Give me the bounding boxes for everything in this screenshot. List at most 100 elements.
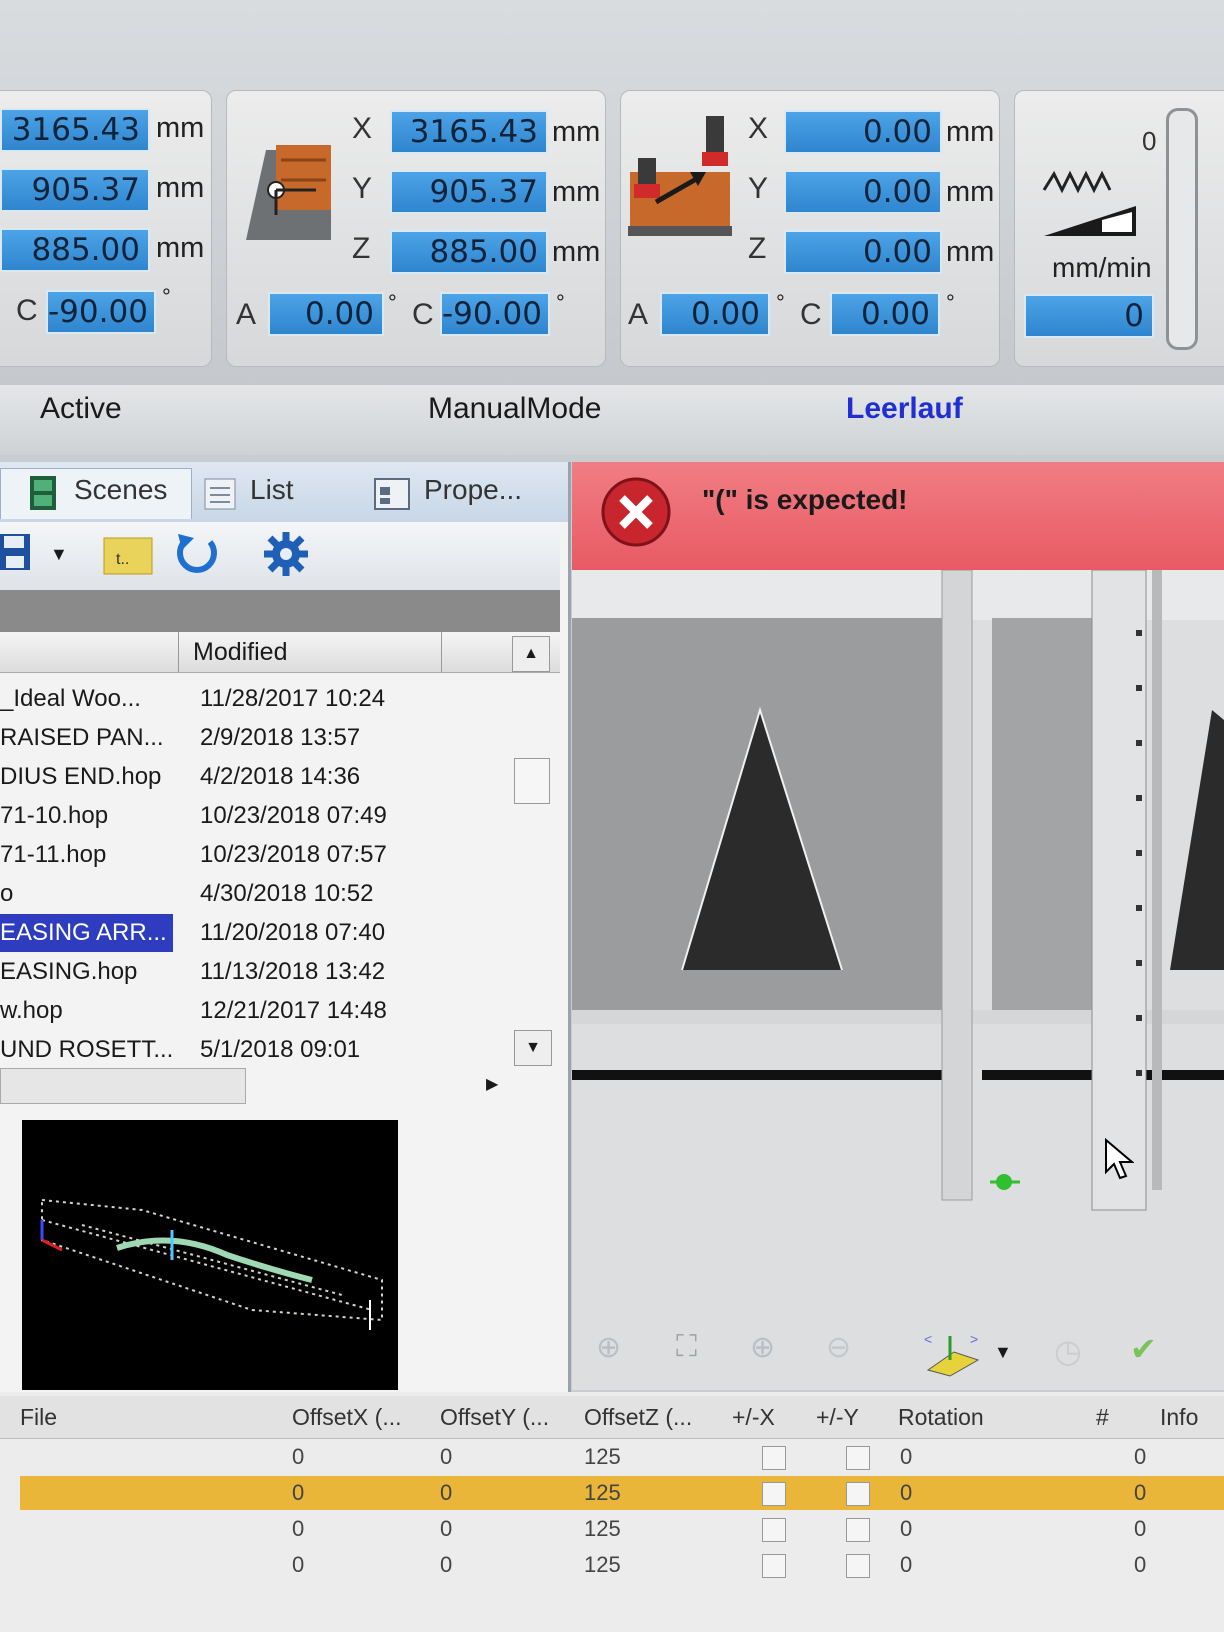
- offset-x-cell: 0: [292, 1444, 305, 1469]
- flip-y-checkbox[interactable]: [846, 1446, 870, 1470]
- tab-properties[interactable]: Prope...: [424, 474, 522, 506]
- save-icon[interactable]: [0, 532, 34, 572]
- view-dropdown-icon[interactable]: ▼: [994, 1342, 1012, 1363]
- number-cell: 0: [1134, 1480, 1147, 1505]
- file-row[interactable]: w.hop 12/21/2017 14:48: [0, 992, 510, 1030]
- grid-header-offsetz[interactable]: OffsetZ (...: [584, 1404, 692, 1431]
- file-row[interactable]: DIUS END.hop 4/2/2018 14:36: [0, 758, 510, 796]
- panel3-y-unit: mm: [946, 176, 995, 208]
- grid-row[interactable]: 0 0 125 0 0: [20, 1548, 1224, 1582]
- feed-top-value: 0: [1142, 126, 1157, 156]
- save-dropdown-icon[interactable]: ▼: [50, 544, 68, 565]
- program-preview: [22, 1120, 398, 1390]
- number-cell: 0: [1134, 1552, 1147, 1577]
- grid-header-file[interactable]: File: [20, 1404, 57, 1431]
- file-name: UND ROSETT...: [0, 1036, 174, 1063]
- offset-x-cell: 0: [292, 1516, 305, 1541]
- file-row[interactable]: UND ROSETT... 5/1/2018 09:01: [0, 1031, 510, 1069]
- grid-row[interactable]: 0 0 125 0 0: [20, 1476, 1224, 1510]
- file-row[interactable]: o 4/30/2018 10:52: [0, 875, 510, 913]
- file-modified-date: 10/23/2018 07:49: [200, 802, 387, 829]
- grid-header-offsetx[interactable]: OffsetX (...: [292, 1404, 402, 1431]
- svg-text:<: <: [924, 1331, 932, 1347]
- file-row[interactable]: _Ideal Woo... 11/28/2017 10:24: [0, 680, 510, 718]
- settings-gear-icon[interactable]: [262, 530, 310, 578]
- panel2-c-label: C: [412, 298, 434, 331]
- panel2-c-deg: °: [556, 290, 565, 315]
- file-row[interactable]: EASING ARR... 11/20/2018 07:40: [0, 914, 510, 952]
- properties-icon: [374, 478, 410, 510]
- view-orientation-icon[interactable]: < >: [920, 1330, 984, 1378]
- scroll-down-arrow-icon[interactable]: ▼: [514, 1030, 552, 1066]
- tab-list[interactable]: List: [250, 474, 294, 506]
- file-name: _Ideal Woo...: [0, 685, 141, 712]
- flip-x-checkbox[interactable]: [762, 1482, 786, 1506]
- scroll-up-arrow-icon[interactable]: ▲: [512, 636, 550, 672]
- zoom-window-icon[interactable]: ⛶: [676, 1330, 697, 1364]
- grid-header-offsety[interactable]: OffsetY (...: [440, 1404, 549, 1431]
- grid-row[interactable]: 0 0 125 0 0: [20, 1512, 1224, 1546]
- zoom-all-icon[interactable]: ⊕: [596, 1330, 621, 1365]
- grid-header-plus-minus-y[interactable]: +/-Y: [816, 1404, 859, 1431]
- machine-status: Leerlauf: [846, 392, 963, 425]
- panel2-y-unit: mm: [552, 176, 601, 208]
- grid-header-plus-minus-x[interactable]: +/-X: [732, 1404, 775, 1431]
- offset-y-cell: 0: [440, 1444, 453, 1469]
- tab-scenes-label[interactable]: Scenes: [74, 474, 167, 506]
- panel1-c-deg: °: [162, 284, 171, 309]
- file-row[interactable]: 71-10.hop 10/23/2018 07:49: [0, 797, 510, 835]
- panel2-c-value: -90.00: [440, 292, 550, 336]
- file-modified-date: 2/9/2018 13:57: [200, 724, 361, 751]
- number-cell: 0: [1134, 1444, 1147, 1469]
- panel3-y-label: Y: [748, 172, 769, 205]
- vertical-scrollbar-thumb[interactable]: [514, 758, 550, 804]
- flip-x-checkbox[interactable]: [762, 1446, 786, 1470]
- zoom-in-icon[interactable]: ⊕: [750, 1330, 775, 1365]
- flip-x-checkbox[interactable]: [762, 1518, 786, 1542]
- flip-y-checkbox[interactable]: [846, 1518, 870, 1542]
- file-modified-date: 10/23/2018 07:57: [200, 841, 387, 868]
- clock-icon[interactable]: ◷: [1054, 1332, 1082, 1370]
- column-header-modified[interactable]: Modified: [178, 632, 442, 672]
- mouse-cursor-icon: [1105, 1138, 1134, 1180]
- file-name: EASING.hop: [0, 958, 138, 985]
- offset-y-cell: 0: [440, 1516, 453, 1541]
- refresh-icon[interactable]: [172, 528, 222, 578]
- grid-header-rotation[interactable]: Rotation: [898, 1404, 984, 1431]
- horizontal-scrollbar-thumb[interactable]: [0, 1068, 246, 1104]
- file-modified-date: 11/20/2018 07:40: [200, 919, 386, 946]
- rotation-cell: 0: [900, 1444, 913, 1469]
- open-folder-icon[interactable]: t..: [102, 532, 154, 576]
- panel1-z-value: 885.00: [0, 228, 150, 272]
- number-cell: 0: [1134, 1516, 1147, 1541]
- rotation-cell: 0: [900, 1516, 913, 1541]
- feed-override-slider[interactable]: [1166, 108, 1198, 350]
- check-icon[interactable]: ✔: [1130, 1330, 1157, 1368]
- flip-y-checkbox[interactable]: [846, 1554, 870, 1578]
- panel1-c-value: -90.00: [46, 290, 156, 334]
- file-row[interactable]: 71-11.hop 10/23/2018 07:57: [0, 836, 510, 874]
- panel2-z-value: 885.00: [390, 230, 548, 274]
- panel2-a-value: 0.00: [268, 292, 384, 336]
- grid-row[interactable]: 0 0 125 0 0: [20, 1440, 1224, 1474]
- panel3-c-value: 0.00: [830, 292, 940, 336]
- distance-tool-icon: [628, 116, 732, 236]
- file-name: EASING ARR...: [0, 914, 173, 952]
- flip-y-checkbox[interactable]: [846, 1482, 870, 1506]
- panel1-x-unit: mm: [156, 112, 205, 144]
- file-row[interactable]: RAISED PAN... 2/9/2018 13:57: [0, 719, 510, 757]
- status-bar: [0, 385, 1224, 455]
- panel3-x-value: 0.00: [784, 110, 942, 154]
- zoom-out-icon[interactable]: ⊖: [826, 1330, 851, 1365]
- grid-header-info[interactable]: Info: [1160, 1404, 1198, 1431]
- panel3-a-label: A: [628, 298, 649, 331]
- scroll-right-arrow-icon[interactable]: ▶: [486, 1070, 510, 1100]
- panel2-a-deg: °: [388, 290, 397, 315]
- file-modified-date: 11/28/2017 10:24: [200, 685, 386, 712]
- grid-header-number[interactable]: #: [1096, 1404, 1109, 1431]
- file-row[interactable]: EASING.hop 11/13/2018 13:42: [0, 953, 510, 991]
- flip-x-checkbox[interactable]: [762, 1554, 786, 1578]
- file-modified-date: 12/21/2017 14:48: [200, 997, 387, 1024]
- machine-3d-viewport[interactable]: [572, 569, 1224, 1390]
- machine-scene: [572, 569, 1224, 1211]
